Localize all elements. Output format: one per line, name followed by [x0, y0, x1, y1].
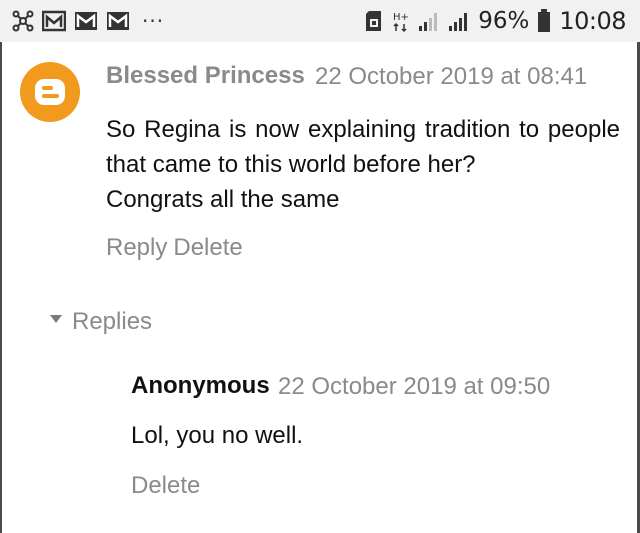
- replies-toggle-label: Replies: [72, 308, 153, 335]
- gmail-icon: [106, 11, 130, 31]
- gallery-icon: [42, 10, 66, 32]
- overflow-indicator: ···: [142, 9, 165, 33]
- reply-text: Lol, you no well.: [131, 422, 304, 449]
- comment-text-line: So Regina is now explaining tradition to…: [106, 116, 620, 178]
- signal-bars-icon: [418, 10, 440, 32]
- comment-author[interactable]: Blessed Princess: [106, 62, 305, 90]
- battery-percentage: 96%: [478, 8, 530, 34]
- triangle-down-icon: [50, 315, 62, 323]
- network-share-icon: [12, 10, 34, 32]
- reply-timestamp[interactable]: 22 October 2019 at 09:50: [278, 373, 550, 401]
- replies-toggle[interactable]: Replies: [50, 308, 152, 336]
- reply-actions: Delete: [131, 472, 200, 500]
- clock: 10:08: [559, 7, 626, 35]
- battery-icon: [537, 9, 551, 33]
- content-border-left: [0, 42, 2, 533]
- comment-actions: Reply Delete: [106, 234, 243, 262]
- comment-text-line: Congrats all the same: [106, 186, 340, 213]
- status-bar: ··· H+ 96% 10:08: [0, 0, 640, 42]
- svg-text:H+: H+: [393, 12, 409, 23]
- comment-text: So Regina is now explaining tradition to…: [106, 112, 620, 217]
- reply-button[interactable]: Reply: [106, 234, 167, 261]
- sim-card-icon: [364, 10, 384, 32]
- blogger-icon[interactable]: [20, 62, 80, 122]
- delete-button[interactable]: Delete: [173, 234, 242, 261]
- hplus-data-icon: H+: [392, 9, 410, 33]
- comment-timestamp[interactable]: 22 October 2019 at 08:41: [315, 63, 587, 91]
- gmail-icon: [74, 11, 98, 31]
- reply-author: Anonymous: [131, 372, 270, 399]
- reply-delete-button[interactable]: Delete: [131, 472, 200, 499]
- signal-bars-icon: [448, 10, 470, 32]
